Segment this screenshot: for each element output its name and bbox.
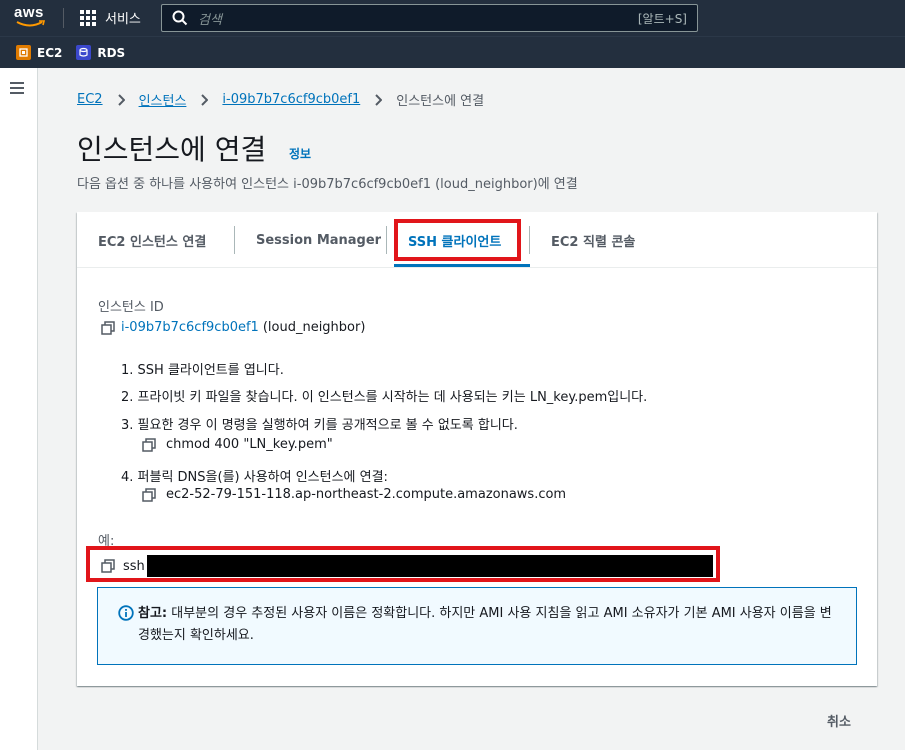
favorite-ec2-label: EC2 — [37, 45, 63, 60]
rds-icon — [76, 45, 92, 60]
step-4: 4. 퍼블릭 DNS을(를) 사용하여 인스턴스에 연결: — [121, 470, 388, 485]
step-1: 1. SSH 클라이언트를 엽니다. — [121, 363, 284, 378]
instance-id-label: 인스턴스 ID — [98, 300, 164, 315]
tab-divider — [529, 226, 530, 254]
note-bold: 참고: — [138, 606, 168, 621]
aws-logo-text: aws — [14, 4, 44, 21]
active-tab-indicator — [394, 264, 530, 267]
info-icon — [118, 605, 134, 621]
cancel-button[interactable]: 취소 — [827, 711, 851, 730]
favorite-rds-label: RDS — [97, 45, 126, 60]
page-title: 인스턴스에 연결 — [77, 133, 267, 166]
tab-divider — [234, 226, 235, 254]
services-menu-button[interactable]: 서비스 — [80, 8, 141, 27]
public-dns-row: ec2-52-79-151-118.ap-northeast-2.compute… — [142, 487, 566, 502]
highlight-box-ssh-command — [86, 546, 720, 582]
public-dns-text: ec2-52-79-151-118.ap-northeast-2.compute… — [166, 487, 567, 502]
step-3: 3. 필요한 경우 이 명령을 실행하여 키를 공개적으로 볼 수 없도록 합니… — [121, 418, 518, 433]
nav-divider — [63, 8, 64, 28]
breadcrumb-instances[interactable]: 인스턴스 — [139, 90, 187, 109]
chmod-command: chmod 400 "LN_key.pem" — [142, 437, 333, 452]
aws-smile-icon — [16, 20, 46, 27]
tab-session-manager[interactable]: Session Manager — [256, 225, 381, 255]
hamburger-menu-icon[interactable] — [10, 82, 24, 94]
chevron-right-icon — [117, 93, 125, 106]
breadcrumb: EC2 인스턴스 i-09b7b7c6cf9cb0ef1 인스턴스에 연결 — [77, 90, 484, 109]
chevron-right-icon — [375, 93, 383, 106]
breadcrumb-current: 인스턴스에 연결 — [396, 94, 485, 109]
aws-logo[interactable]: aws — [14, 5, 48, 29]
grid-icon — [80, 9, 96, 26]
favorite-rds[interactable]: RDS — [76, 45, 125, 60]
step-2: 2. 프라이빗 키 파일을 찾습니다. 이 인스턴스를 시작하는 데 사용되는 … — [121, 390, 648, 405]
highlight-box-ssh-tab — [394, 219, 521, 261]
instance-name: (loud_neighbor) — [262, 320, 366, 335]
chevron-right-icon — [201, 93, 209, 106]
search-shortcut: [알트+S] — [637, 11, 687, 26]
breadcrumb-instance-id[interactable]: i-09b7b7c6cf9cb0ef1 — [222, 92, 360, 107]
services-label: 서비스 — [105, 12, 141, 27]
note-text: 대부분의 경우 추정된 사용자 이름은 정확합니다. 하지만 AMI 사용 지침… — [138, 606, 832, 643]
info-link[interactable]: 정보 — [289, 145, 311, 162]
connect-panel: EC2 인스턴스 연결 Session Manager SSH 클라이언트 EC… — [77, 212, 877, 686]
breadcrumb-ec2[interactable]: EC2 — [77, 92, 103, 107]
search-placeholder: 검색 — [198, 12, 222, 28]
copy-icon[interactable] — [142, 487, 156, 502]
favorites-bar: EC2 RDS — [0, 36, 905, 68]
side-navigation-rail — [0, 68, 38, 750]
copy-icon[interactable] — [142, 437, 156, 452]
instance-id-row: i-09b7b7c6cf9cb0ef1 (loud_neighbor) — [101, 320, 365, 335]
tab-ec2-instance-connect[interactable]: EC2 인스턴스 연결 — [98, 225, 206, 255]
tab-divider — [386, 226, 387, 254]
page-subtitle: 다음 옵션 중 하나를 사용하여 인스턴스 i-09b7b7c6cf9cb0ef… — [77, 177, 578, 192]
chmod-command-text: chmod 400 "LN_key.pem" — [166, 437, 333, 452]
search-icon — [172, 10, 188, 26]
ec2-icon — [16, 45, 31, 60]
info-alert: 참고: 대부분의 경우 추정된 사용자 이름은 정확합니다. 하지만 AMI 사… — [97, 587, 857, 665]
search-input[interactable]: 검색 [알트+S] — [161, 4, 698, 32]
instance-id-link[interactable]: i-09b7b7c6cf9cb0ef1 — [121, 320, 259, 335]
tab-ec2-serial-console[interactable]: EC2 직렬 콘솔 — [551, 225, 635, 255]
favorite-ec2[interactable]: EC2 — [16, 45, 62, 60]
copy-icon[interactable] — [101, 320, 115, 335]
top-navigation: aws 서비스 검색 [알트+S] — [0, 0, 905, 36]
